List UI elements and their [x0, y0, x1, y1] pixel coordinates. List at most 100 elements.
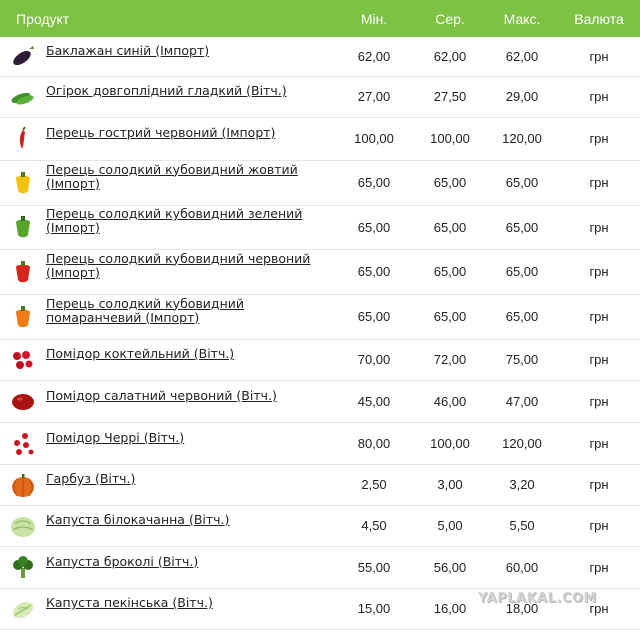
min-price: 4,50: [361, 518, 387, 533]
currency: грн: [589, 559, 609, 575]
avg-price: 5,00: [437, 518, 463, 533]
currency: грн: [589, 435, 609, 451]
eggplant-icon: [0, 42, 46, 70]
product-link[interactable]: Капуста пекінська (Вітч.): [46, 596, 213, 610]
table-row: Помідор коктейльний (Вітч.) 70,00 72,00 75,…: [0, 339, 640, 380]
min-price: 27,00: [357, 89, 391, 104]
table-row: Капуста білокачанна (Вітч.) 4,50 5,00 5,50 г…: [0, 505, 640, 546]
max-price: 62,00: [505, 48, 539, 64]
product-link[interactable]: Капуста броколі (Вітч.): [46, 554, 198, 569]
product-link[interactable]: Баклажан синій (Імпорт): [46, 43, 209, 58]
max-price: 65,00: [505, 264, 539, 279]
avg-price: 56,00: [433, 559, 467, 575]
product-icon-cell: [0, 160, 46, 205]
table-row: Перець солодкий кубовидний жовтий (Імпор…: [0, 160, 640, 205]
product-icon-cell: [0, 205, 46, 249]
product-icon-cell: [0, 339, 46, 380]
price-table: Продукт Мін. Сер. Макс. Валюта Баклажан …: [0, 0, 640, 630]
avg-price: 3,00: [437, 477, 463, 492]
max-price: 60,00: [505, 559, 539, 575]
header-avg: Сер.: [435, 10, 465, 27]
table-row: Перець гострий червоний (Імпорт) 100,00 10…: [0, 117, 640, 160]
product-name-cell: Огірок довгоплідний гладкий (Вітч.): [46, 76, 334, 117]
max-price: 65,00: [505, 219, 539, 235]
min-price: 2,50: [361, 477, 387, 492]
product-link[interactable]: Помідор коктейльний (Вітч.): [46, 347, 234, 361]
avg-price: 65,00: [433, 219, 467, 235]
max-price: 65,00: [505, 175, 539, 190]
avg-price: 72,00: [433, 352, 467, 367]
salad-tomato-icon: [0, 387, 46, 415]
min-price: 65,00: [357, 264, 391, 279]
broccoli-icon: [0, 553, 46, 581]
product-icon-cell: [0, 249, 46, 294]
table-row: Перець солодкий кубовидний зелений (Імпо…: [0, 205, 640, 249]
avg-price: 65,00: [433, 309, 467, 324]
product-name-cell: Перець солодкий кубовидний помаранчевий …: [46, 294, 334, 339]
min-price: 45,00: [357, 393, 391, 409]
table-row: Перець солодкий кубовидний помаранчевий …: [0, 294, 640, 339]
product-icon-cell: [0, 117, 46, 160]
product-link[interactable]: Перець солодкий кубовидний червоний (Імп…: [46, 251, 334, 280]
min-price: 65,00: [357, 175, 391, 190]
product-icon-cell: [0, 464, 46, 505]
header-min: Мін.: [360, 10, 388, 27]
product-link[interactable]: Перець гострий червоний (Імпорт): [46, 126, 275, 140]
table-row: Гарбуз (Вітч.) 2,50 3,00 3,20 грн: [0, 464, 640, 505]
max-price: 120,00: [502, 435, 542, 451]
header-max: Макс.: [503, 10, 541, 27]
product-link[interactable]: Капуста білокачанна (Вітч.): [46, 513, 229, 527]
min-price: 70,00: [357, 352, 391, 367]
green-pepper-icon: [0, 213, 46, 241]
avg-price: 62,00: [433, 48, 467, 64]
currency: грн: [589, 518, 609, 533]
max-price: 75,00: [505, 352, 539, 367]
max-price: 5,50: [509, 518, 535, 533]
product-name-cell: Перець солодкий кубовидний червоний (Імп…: [46, 249, 334, 294]
product-link[interactable]: Перець солодкий кубовидний жовтий (Імпор…: [46, 162, 334, 191]
watermark: YAPLAKAL.COM: [478, 591, 597, 606]
product-link[interactable]: Перець солодкий кубовидний зелений (Імпо…: [46, 207, 334, 235]
currency: грн: [589, 131, 609, 146]
currency: грн: [589, 352, 609, 367]
currency: грн: [589, 175, 609, 190]
product-link[interactable]: Помідор Черрі (Вітч.): [46, 430, 184, 445]
product-icon-cell: [0, 422, 46, 464]
product-name-cell: Гарбуз (Вітч.): [46, 464, 334, 505]
header-product: Продукт: [16, 10, 70, 27]
product-icon-cell: [0, 505, 46, 546]
table-row: Помідор салатний червоний (Вітч.) 45,00 46…: [0, 380, 640, 422]
product-icon-cell: [0, 37, 46, 76]
avg-price: 100,00: [430, 131, 470, 146]
product-name-cell: Помідор коктейльний (Вітч.): [46, 339, 334, 380]
header-currency: Валюта: [574, 10, 624, 27]
product-link[interactable]: Помідор салатний червоний (Вітч.): [46, 388, 277, 403]
avg-price: 16,00: [433, 601, 467, 616]
table-header: Продукт Мін. Сер. Макс. Валюта: [0, 0, 640, 37]
table-row: Помідор Черрі (Вітч.) 80,00 100,00 120,00 гр…: [0, 422, 640, 464]
currency: грн: [589, 89, 609, 104]
product-icon-cell: [0, 76, 46, 117]
avg-price: 65,00: [433, 264, 467, 279]
product-icon-cell: [0, 588, 46, 629]
avg-price: 65,00: [433, 175, 467, 190]
min-price: 15,00: [357, 601, 391, 616]
max-price: 65,00: [505, 309, 539, 324]
product-link[interactable]: Гарбуз (Вітч.): [46, 472, 135, 486]
chili-pepper-icon: [0, 125, 46, 153]
cucumber-icon: [0, 83, 46, 111]
yellow-pepper-icon: [0, 169, 46, 197]
white-cabbage-icon: [0, 512, 46, 540]
currency: грн: [589, 48, 609, 64]
currency: грн: [589, 477, 609, 492]
product-icon-cell: [0, 546, 46, 588]
avg-price: 27,50: [433, 89, 467, 104]
pumpkin-icon: [0, 471, 46, 499]
chinese-cabbage-icon: [0, 595, 46, 623]
product-icon-cell: [0, 294, 46, 339]
product-name-cell: Помідор Черрі (Вітч.): [46, 422, 334, 464]
table-row: Огірок довгоплідний гладкий (Вітч.) 27,00…: [0, 76, 640, 117]
avg-price: 100,00: [430, 435, 470, 451]
product-link[interactable]: Огірок довгоплідний гладкий (Вітч.): [46, 84, 287, 98]
product-link[interactable]: Перець солодкий кубовидний помаранчевий …: [46, 296, 334, 325]
